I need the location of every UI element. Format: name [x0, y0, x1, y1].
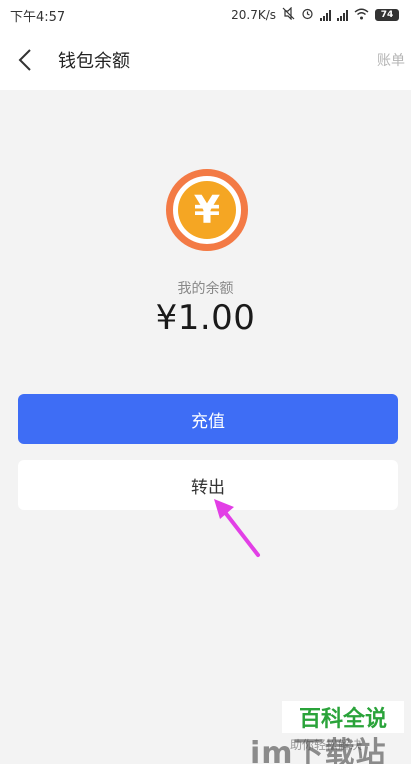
recharge-button[interactable]: 充值: [18, 394, 398, 444]
status-bar: 下午4:57 20.7K/s 74: [0, 0, 411, 30]
battery-icon: 74: [375, 9, 399, 21]
status-icons: 20.7K/s 74: [231, 6, 399, 23]
alarm-icon: [301, 7, 314, 23]
mute-icon: [282, 6, 295, 23]
yuan-coin-icon: ¥: [166, 169, 248, 251]
balance-label: 我的余额: [177, 281, 234, 297]
signal-icon: [320, 9, 331, 21]
transfer-button[interactable]: 转出: [18, 460, 398, 510]
bill-link[interactable]: 账单: [377, 50, 405, 70]
balance-amount: ¥1.00: [155, 298, 256, 338]
coin-symbol: ¥: [178, 181, 236, 239]
status-time: 下午4:57: [10, 9, 66, 25]
page-title: 钱包余额: [58, 51, 130, 72]
chevron-left-icon: [18, 49, 31, 71]
signal-icon-2: [337, 9, 348, 21]
annotation-arrow: [214, 499, 260, 557]
wifi-icon: [354, 8, 369, 23]
watermark-site: im下载站: [250, 736, 387, 764]
network-speed: 20.7K/s: [231, 8, 276, 22]
app-bar: 钱包余额 账单: [0, 30, 411, 90]
back-button[interactable]: [0, 30, 50, 90]
